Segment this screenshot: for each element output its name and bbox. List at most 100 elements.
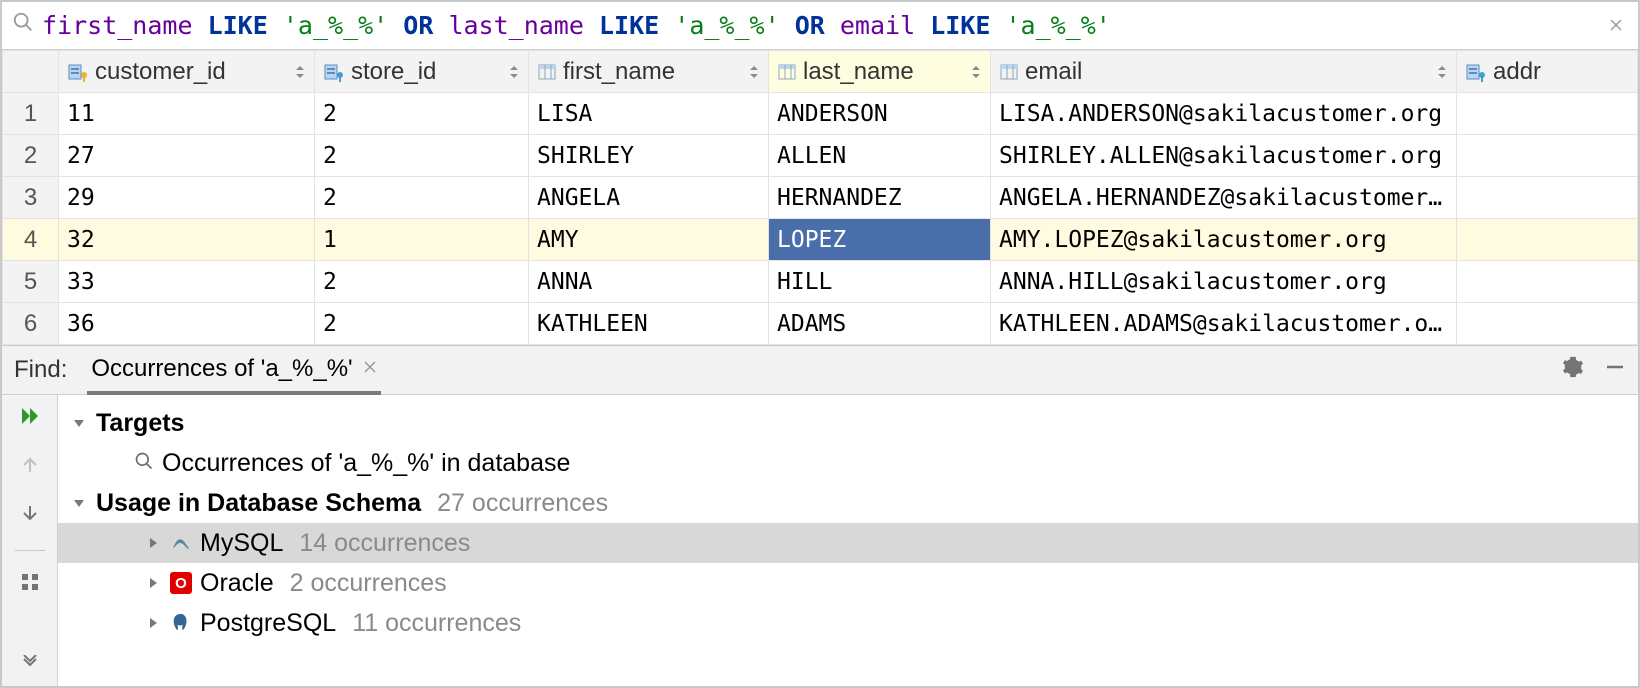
row-number-cell[interactable]: 5 [3, 261, 59, 303]
occurrence-count: 2 occurrences [290, 569, 447, 598]
cell-customer-id[interactable]: 27 [59, 135, 315, 177]
column-header-last-name[interactable]: last_name [769, 51, 991, 93]
column-header-customer-id[interactable]: customer_id [59, 51, 315, 93]
cell-email[interactable]: SHIRLEY.ALLEN@sakilacustomer.org [991, 135, 1457, 177]
cell-last-name[interactable]: ALLEN [769, 135, 991, 177]
cell-customer-id[interactable]: 36 [59, 303, 315, 345]
cell-last-name[interactable]: ADAMS [769, 303, 991, 345]
find-results-tree[interactable]: Targets Occurrences of 'a_%_%' in databa… [58, 395, 1638, 686]
tree-node-usage[interactable]: Usage in Database Schema 27 occurrences [58, 483, 1638, 523]
cell-last-name[interactable]: HERNANDEZ [769, 177, 991, 219]
cell-customer-id[interactable]: 32 [59, 219, 315, 261]
arrow-down-icon[interactable] [20, 502, 40, 530]
find-toolbar [2, 395, 58, 686]
cell-address[interactable] [1457, 219, 1638, 261]
arrow-up-icon[interactable] [20, 454, 40, 482]
column-header-first-name[interactable]: first_name [529, 51, 769, 93]
cell-address[interactable] [1457, 93, 1638, 135]
cell-first-name[interactable]: KATHLEEN [529, 303, 769, 345]
more-icon[interactable] [20, 646, 40, 674]
cell-address[interactable] [1457, 261, 1638, 303]
cell-store-id[interactable]: 1 [315, 219, 529, 261]
table-column-icon [537, 62, 557, 82]
cell-email[interactable]: ANNA.HILL@sakilacustomer.org [991, 261, 1457, 303]
cell-first-name[interactable]: ANGELA [529, 177, 769, 219]
sort-indicator[interactable] [970, 63, 982, 81]
cell-last-name[interactable]: HILL [769, 261, 991, 303]
column-header-address[interactable]: addr [1457, 51, 1638, 93]
find-tab[interactable]: Occurrences of 'a_%_%' [87, 347, 380, 395]
rerun-icon[interactable] [19, 405, 41, 434]
tree-node-targets-detail[interactable]: Occurrences of 'a_%_%' in database [58, 443, 1638, 483]
tree-node-targets[interactable]: Targets [58, 403, 1638, 443]
mysql-icon [170, 532, 192, 554]
filter-bar[interactable]: first_name LIKE 'a_%_%' OR last_name LIK… [2, 2, 1638, 50]
row-number-cell[interactable]: 3 [3, 177, 59, 219]
column-header-email[interactable]: email [991, 51, 1457, 93]
row-number-cell[interactable]: 1 [3, 93, 59, 135]
cell-last-name[interactable]: LOPEZ [769, 219, 991, 261]
table-row[interactable]: 2272SHIRLEYALLENSHIRLEY.ALLEN@sakilacust… [3, 135, 1638, 177]
tree-node-db[interactable]: OOracle2 occurrences [58, 563, 1638, 603]
search-icon [134, 449, 154, 478]
sort-indicator[interactable] [748, 63, 760, 81]
cell-first-name[interactable]: LISA [529, 93, 769, 135]
db-name: PostgreSQL [200, 609, 336, 638]
cell-store-id[interactable]: 2 [315, 303, 529, 345]
occurrence-count: 14 occurrences [299, 529, 470, 558]
chevron-down-icon [70, 497, 88, 509]
table-row[interactable]: 3292ANGELAHERNANDEZANGELA.HERNANDEZ@saki… [3, 177, 1638, 219]
row-number-cell[interactable]: 6 [3, 303, 59, 345]
chevron-down-icon [70, 417, 88, 429]
cell-first-name[interactable]: ANNA [529, 261, 769, 303]
row-number-cell[interactable]: 4 [3, 219, 59, 261]
cell-store-id[interactable]: 2 [315, 177, 529, 219]
find-panel-body: Targets Occurrences of 'a_%_%' in databa… [2, 395, 1638, 686]
cell-email[interactable]: LISA.ANDERSON@sakilacustomer.org [991, 93, 1457, 135]
cell-store-id[interactable]: 2 [315, 93, 529, 135]
table-row[interactable]: 4321AMYLOPEZAMY.LOPEZ@sakilacustomer.org [3, 219, 1638, 261]
row-number-cell[interactable]: 2 [3, 135, 59, 177]
gear-icon[interactable] [1562, 356, 1584, 385]
cell-address[interactable] [1457, 177, 1638, 219]
sort-indicator[interactable] [1436, 63, 1448, 81]
chevron-right-icon [144, 577, 162, 589]
cell-customer-id[interactable]: 11 [59, 93, 315, 135]
close-icon[interactable] [1604, 13, 1628, 39]
cell-store-id[interactable]: 2 [315, 261, 529, 303]
table-row[interactable]: 1112LISAANDERSONLISA.ANDERSON@sakilacust… [3, 93, 1638, 135]
table-column-icon [999, 62, 1019, 82]
find-panel-header: Find: Occurrences of 'a_%_%' [2, 345, 1638, 395]
table-column-icon [777, 62, 797, 82]
close-icon[interactable] [363, 358, 377, 379]
cell-customer-id[interactable]: 29 [59, 177, 315, 219]
cell-email[interactable]: ANGELA.HERNANDEZ@sakilacustomer.… [991, 177, 1457, 219]
group-by-icon[interactable] [20, 571, 40, 599]
sort-indicator[interactable] [508, 63, 520, 81]
cell-address[interactable] [1457, 303, 1638, 345]
tree-node-db[interactable]: PostgreSQL11 occurrences [58, 603, 1638, 643]
tree-node-db[interactable]: MySQL14 occurrences [58, 523, 1638, 563]
cell-store-id[interactable]: 2 [315, 135, 529, 177]
cell-first-name[interactable]: SHIRLEY [529, 135, 769, 177]
column-header-store-id[interactable]: store_id [315, 51, 529, 93]
cell-address[interactable] [1457, 135, 1638, 177]
filter-expression[interactable]: first_name LIKE 'a_%_%' OR last_name LIK… [42, 11, 1596, 40]
postgres-icon [170, 612, 192, 634]
oracle-icon: O [170, 572, 192, 594]
cell-email[interactable]: AMY.LOPEZ@sakilacustomer.org [991, 219, 1457, 261]
cell-customer-id[interactable]: 33 [59, 261, 315, 303]
find-tab-label: Occurrences of 'a_%_%' [91, 355, 352, 383]
cell-first-name[interactable]: AMY [529, 219, 769, 261]
table-row[interactable]: 6362KATHLEENADAMSKATHLEEN.ADAMS@sakilacu… [3, 303, 1638, 345]
cell-email[interactable]: KATHLEEN.ADAMS@sakilacustomer.org [991, 303, 1457, 345]
table-header-row: customer_id store_id [3, 51, 1638, 93]
data-grid[interactable]: customer_id store_id [2, 50, 1638, 345]
cell-last-name[interactable]: ANDERSON [769, 93, 991, 135]
minimize-icon[interactable] [1604, 356, 1626, 385]
primary-key-icon [67, 61, 89, 83]
sort-indicator[interactable] [294, 63, 306, 81]
table-row[interactable]: 5332ANNAHILLANNA.HILL@sakilacustomer.org [3, 261, 1638, 303]
chevron-right-icon [144, 537, 162, 549]
row-number-header[interactable] [3, 51, 59, 93]
